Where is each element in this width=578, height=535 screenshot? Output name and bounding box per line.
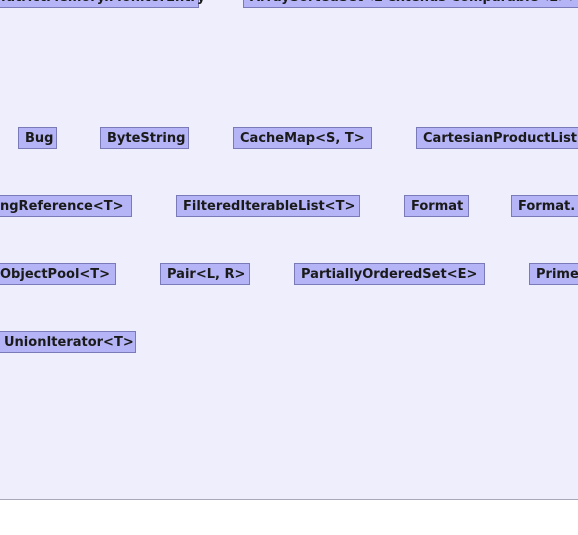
class-node-object-pool[interactable]: ObjectPool<T> [0,263,116,285]
class-node-monitor-entry[interactable]: ...utrictMemory.MonitorEntry [0,0,205,8]
class-node-filtered-iterable-list[interactable]: FilteredIterableList<T> [176,195,360,217]
class-node-partially-ordered-set[interactable]: PartiallyOrderedSet<E> [294,263,485,285]
class-node-cache-map[interactable]: CacheMap<S, T> [233,127,372,149]
class-node-byte-string[interactable]: ByteString [100,127,189,149]
class-node-array-sorted-set[interactable]: ArraySortedSet<E extends Comparable<E>> [243,0,578,8]
diagram-canvas: ...utrictMemory.MonitorEntry ArraySorted… [0,0,578,500]
class-node-format-inner[interactable]: Format. [511,195,578,217]
class-node-pair[interactable]: Pair<L, R> [160,263,250,285]
bottom-panel [0,500,578,535]
class-node-caching-reference[interactable]: ngReference<T> [0,195,132,217]
class-node-cartesian-product-list[interactable]: CartesianProductList [416,127,578,149]
class-node-prime[interactable]: Prime [529,263,578,285]
class-node-bug[interactable]: Bug [18,127,57,149]
class-node-union-iterator[interactable]: UnionIterator<T> [0,331,136,353]
class-node-format[interactable]: Format [404,195,469,217]
